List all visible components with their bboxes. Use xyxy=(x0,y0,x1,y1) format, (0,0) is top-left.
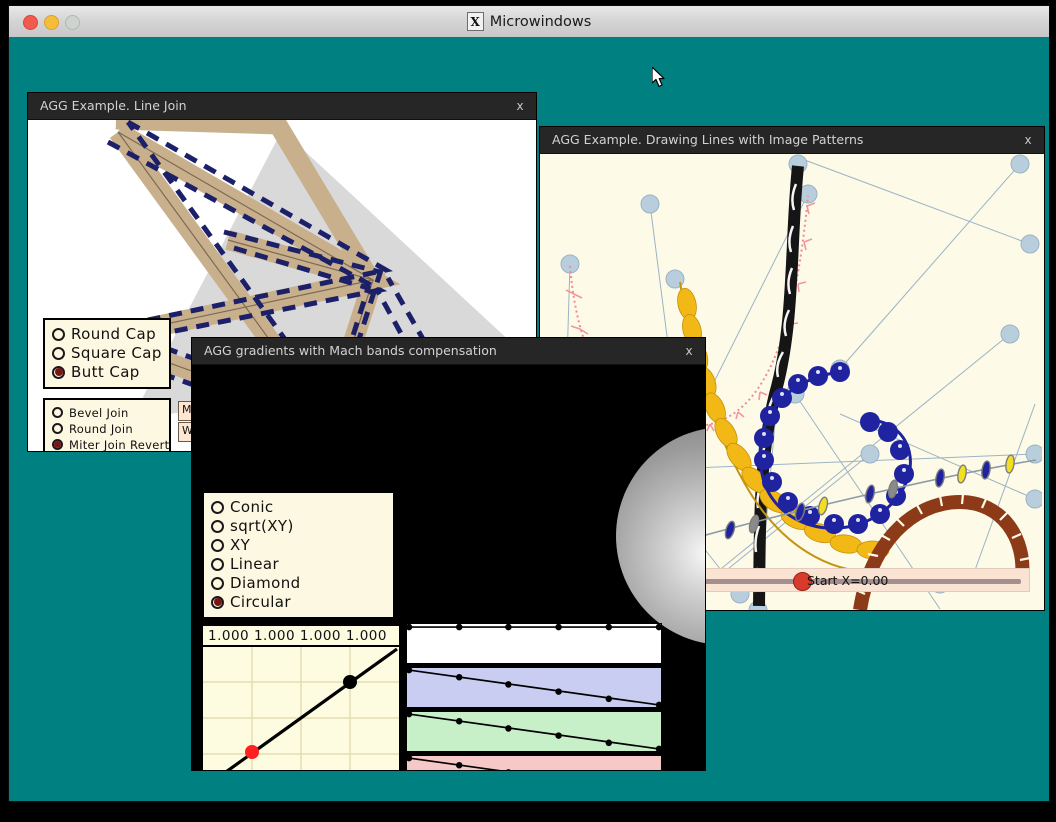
join-style-group[interactable]: Bevel Join Round Join Miter Join Revert xyxy=(43,398,171,451)
radio-butt-cap[interactable]: Butt Cap xyxy=(52,363,162,381)
image-patterns-title: AGG Example. Drawing Lines with Image Pa… xyxy=(552,132,864,147)
gradient-function-group[interactable]: Conic sqrt(XY) XY Linear Diamond Circula… xyxy=(202,491,395,619)
radio-label: Linear xyxy=(230,555,280,573)
channel-alpha[interactable] xyxy=(406,623,662,664)
radio-icon xyxy=(52,327,65,341)
radio-label: Round Cap xyxy=(71,325,157,343)
radio-round-cap[interactable]: Round Cap xyxy=(52,325,162,343)
image-patterns-titlebar[interactable]: AGG Example. Drawing Lines with Image Pa… xyxy=(540,127,1044,154)
radio-icon-selected xyxy=(52,439,63,450)
channel-blue-curve xyxy=(407,668,661,707)
radio-icon xyxy=(211,500,224,514)
radio-icon xyxy=(52,407,63,418)
desktop-background: AGG Example. Line Join x Round Cap Squar… xyxy=(9,37,1049,801)
line-join-titlebar[interactable]: AGG Example. Line Join x xyxy=(28,93,536,120)
radio-icon xyxy=(211,557,224,571)
radio-bevel-join[interactable]: Bevel Join xyxy=(52,405,162,420)
app-title-group: X Microwindows xyxy=(9,6,1049,37)
radio-xy[interactable]: XY xyxy=(211,536,386,554)
gradient-sphere[interactable] xyxy=(616,427,705,645)
radio-circular[interactable]: Circular xyxy=(211,593,386,611)
start-x-label: Start X=0.00 xyxy=(807,573,889,588)
spline-curve[interactable] xyxy=(203,647,399,770)
radio-conic[interactable]: Conic xyxy=(211,498,386,516)
radio-label: Miter Join Revert xyxy=(69,437,170,452)
radio-label: Square Cap xyxy=(71,344,162,362)
radio-label: Butt Cap xyxy=(71,363,140,381)
microwindows-app-window: X Microwindows AGG Example. Line Join x xyxy=(8,5,1050,802)
radio-round-join[interactable]: Round Join xyxy=(52,421,162,436)
arrow-pointer-icon xyxy=(652,67,665,88)
channel-alpha-curve xyxy=(407,624,661,631)
radio-icon xyxy=(211,538,224,552)
spline-values: 1.000 1.000 1.000 1.000 xyxy=(203,626,399,647)
radio-square-cap[interactable]: Square Cap xyxy=(52,344,162,362)
channel-green[interactable] xyxy=(406,711,662,752)
radio-label: Diamond xyxy=(230,574,301,592)
radio-miter-join-revert[interactable]: Miter Join Revert xyxy=(52,437,169,451)
app-titlebar: X Microwindows xyxy=(9,6,1049,38)
channel-red[interactable] xyxy=(406,755,662,770)
x-logo-icon: X xyxy=(466,12,484,31)
radio-sqrt-xy[interactable]: sqrt(XY) xyxy=(211,517,386,535)
gradients-close-icon[interactable]: x xyxy=(681,338,697,364)
image-patterns-close-icon[interactable]: x xyxy=(1020,127,1036,153)
radio-label: sqrt(XY) xyxy=(230,517,294,535)
line-join-close-icon[interactable]: x xyxy=(512,93,528,119)
gradients-titlebar[interactable]: AGG gradients with Mach bands compensati… xyxy=(192,338,705,365)
radio-label: Bevel Join xyxy=(69,405,129,420)
spline-editor[interactable]: 1.000 1.000 1.000 1.000 xyxy=(200,623,402,770)
radio-label: XY xyxy=(230,536,251,554)
radio-diamond[interactable]: Diamond xyxy=(211,574,386,592)
radio-icon xyxy=(52,423,63,434)
app-title: Microwindows xyxy=(489,13,592,30)
channel-blue[interactable] xyxy=(406,667,662,708)
radio-icon xyxy=(52,346,65,360)
line-join-title: AGG Example. Line Join xyxy=(40,98,187,113)
gradients-canvas-area[interactable]: Conic sqrt(XY) XY Linear Diamond Circula… xyxy=(192,365,705,770)
radio-icon xyxy=(211,519,224,533)
radio-linear[interactable]: Linear xyxy=(211,555,386,573)
channel-green-curve xyxy=(407,712,661,751)
screen: X Microwindows AGG Example. Line Join x xyxy=(0,0,1056,822)
window-gradients[interactable]: AGG gradients with Mach bands compensati… xyxy=(191,337,706,771)
radio-icon-selected xyxy=(211,595,224,609)
radio-icon xyxy=(211,576,224,590)
radio-label: Circular xyxy=(230,593,291,611)
gradients-title: AGG gradients with Mach bands compensati… xyxy=(204,343,497,358)
cap-style-group[interactable]: Round Cap Square Cap Butt Cap xyxy=(43,318,171,389)
radio-icon-selected xyxy=(52,365,65,379)
radio-label: Round Join xyxy=(69,421,133,436)
channel-red-curve xyxy=(407,756,511,770)
radio-label: Conic xyxy=(230,498,274,516)
